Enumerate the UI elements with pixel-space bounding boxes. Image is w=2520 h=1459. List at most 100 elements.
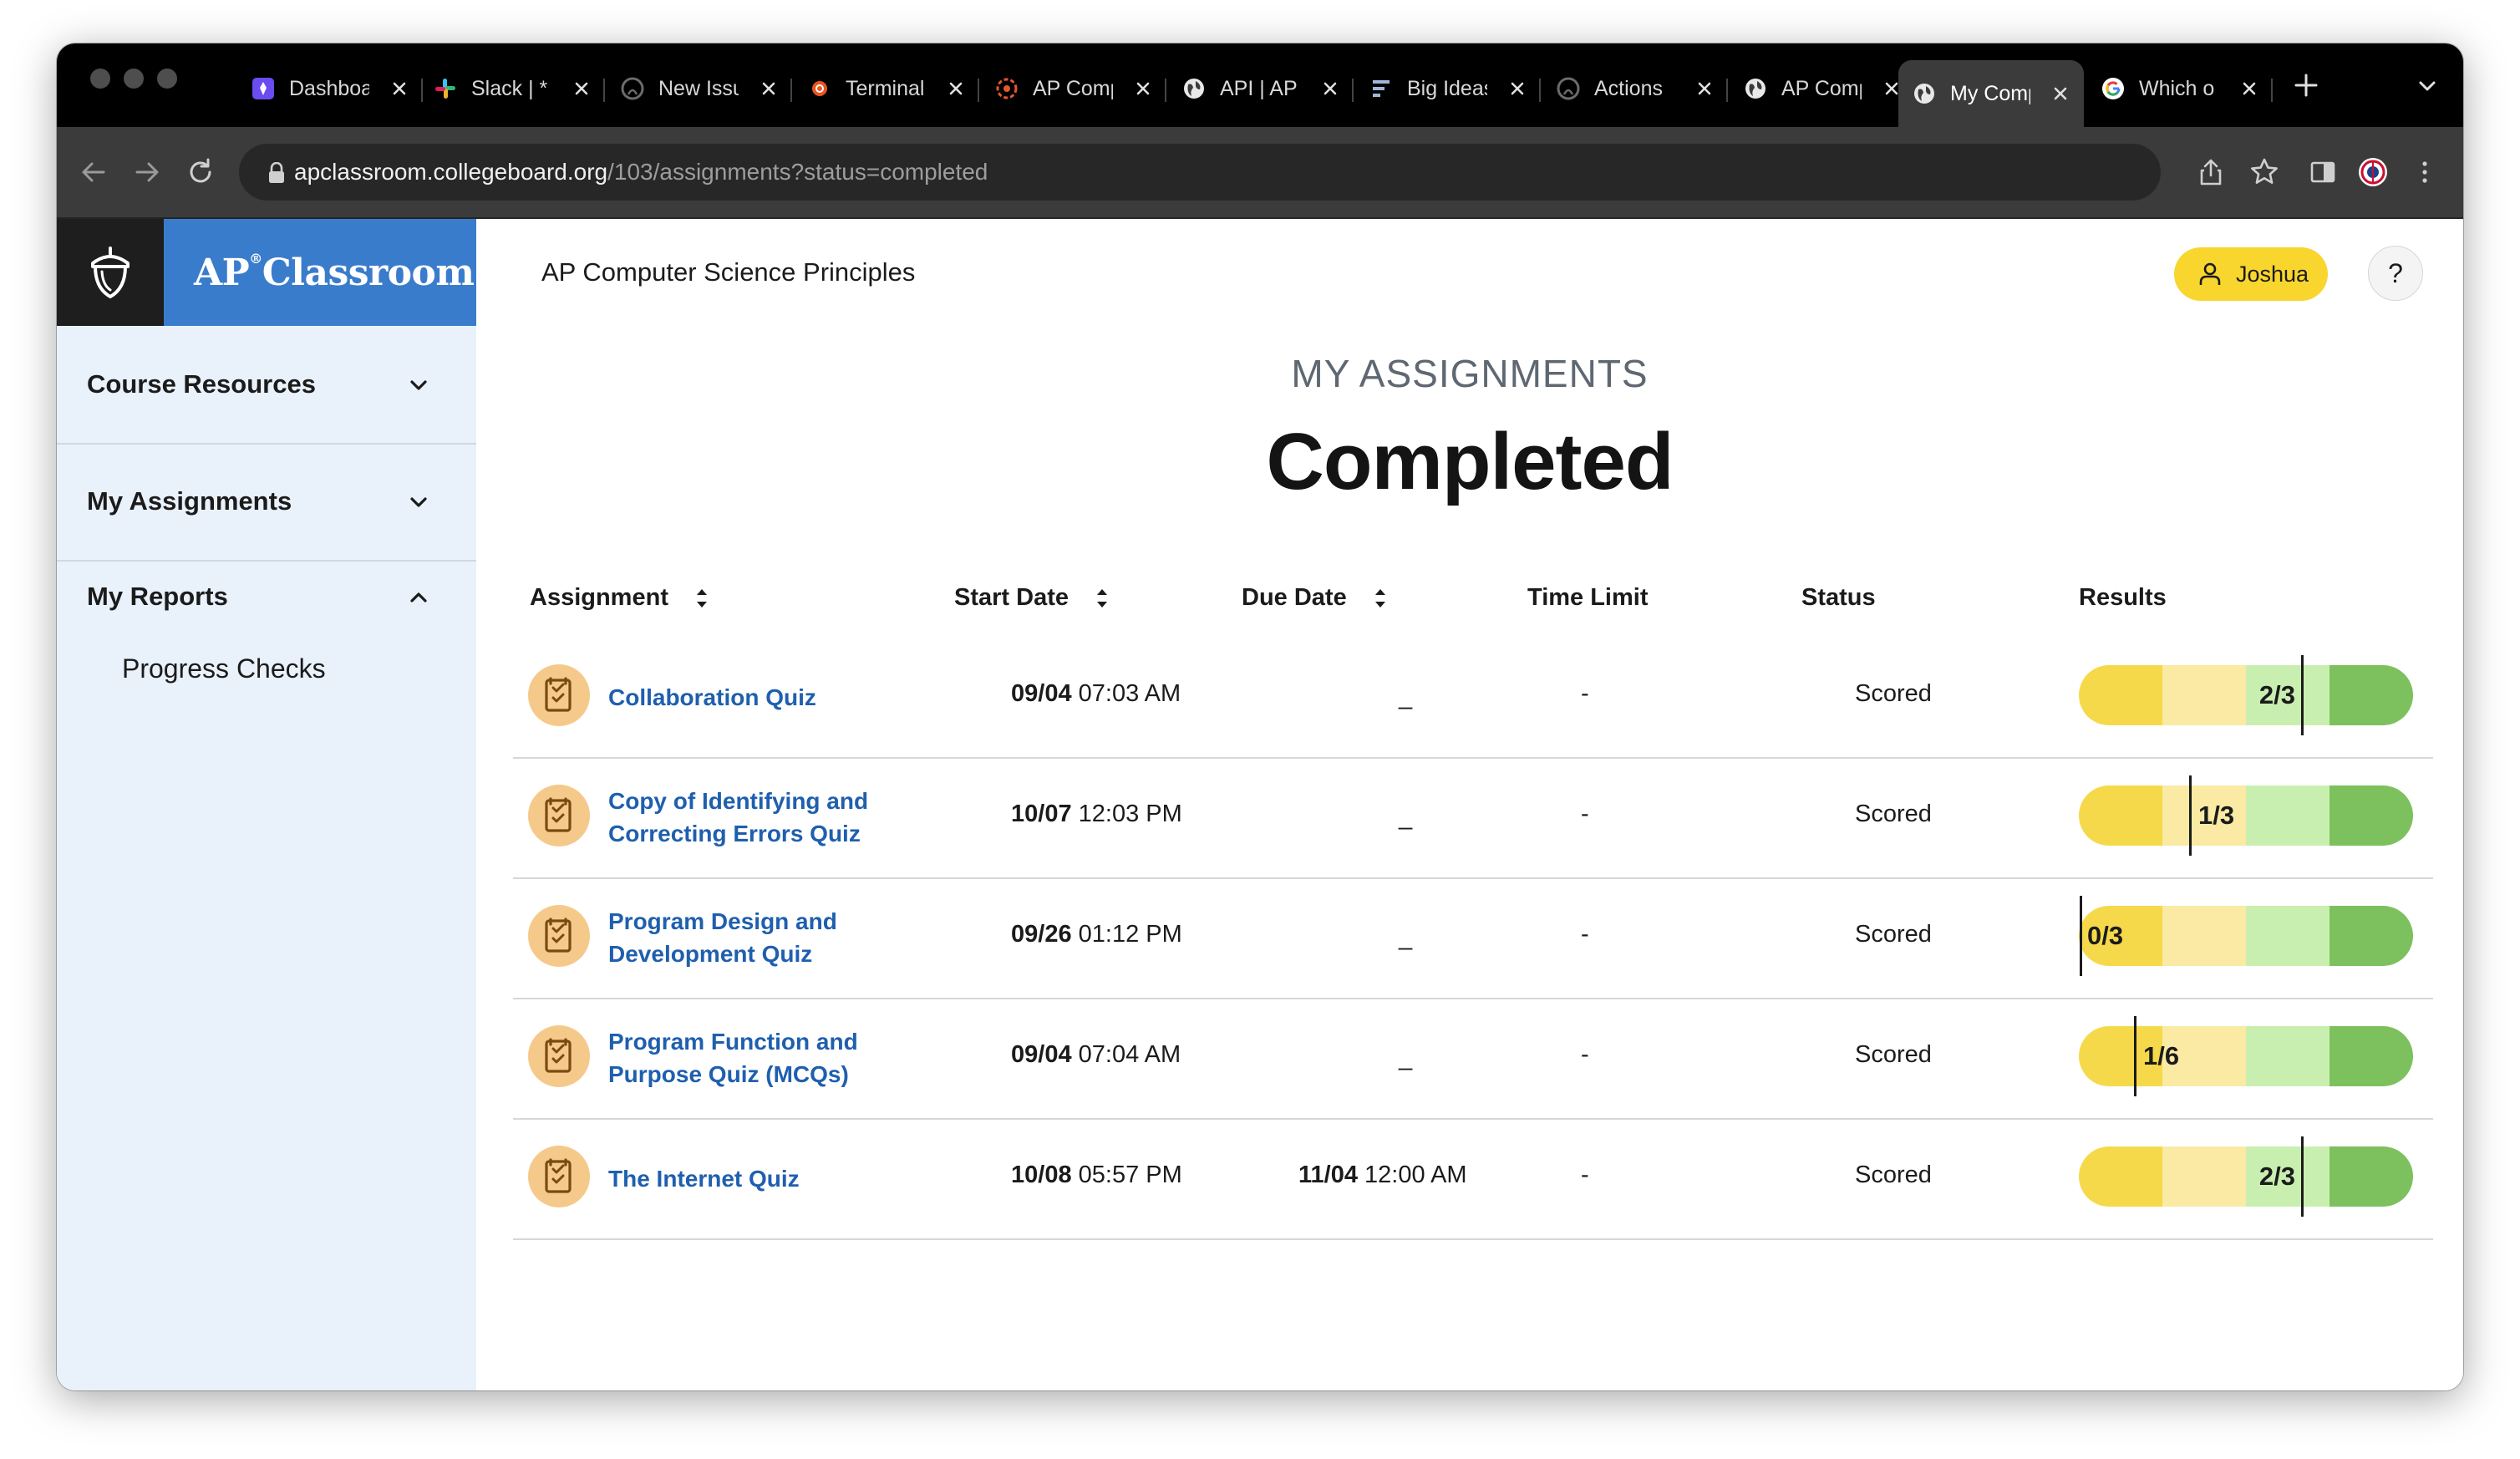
time-limit: - [1581,1162,1589,1188]
assignment-link[interactable]: The Internet Quiz [608,1118,884,1238]
score-band-3 [2246,906,2329,966]
status-text: Scored [1855,1041,1932,1068]
score-label: 0/3 [2087,921,2124,950]
address-bar[interactable]: apclassroom.collegeboard.org/103/assignm… [239,144,2161,201]
tab-divider [1352,79,1354,102]
browser-tab[interactable]: My Comp [1898,60,2084,127]
close-icon[interactable] [1322,80,1339,97]
sidebar: AP®Classroom Course Resources My Assignm… [57,219,476,1390]
ap-classroom-logo[interactable]: AP®Classroom [164,219,476,326]
score-band-4 [2329,1026,2413,1086]
browser-tab[interactable]: API | AP [1168,60,1354,117]
close-icon[interactable] [1696,80,1713,97]
column-header-start-date[interactable]: Start Date [954,584,1110,612]
browser-tab[interactable]: Terminal [794,60,979,117]
column-header-results: Results [2079,584,2167,611]
side-panel-icon[interactable] [2306,155,2340,189]
user-menu-button[interactable]: Joshua [2174,247,2328,301]
help-button[interactable]: ? [2368,246,2423,301]
sidebar-section-course-resources[interactable]: Course Resources [57,326,476,445]
close-window-button[interactable] [90,69,110,89]
assignment-link[interactable]: Copy of Identifying and Correcting Error… [608,757,884,877]
column-header-assignment[interactable]: Assignment [530,584,710,612]
browser-tab[interactable]: Which o [2087,60,2273,117]
ap-classroom-app: AP®Classroom Course Resources My Assignm… [57,219,2463,1390]
close-icon[interactable] [760,80,777,97]
score-band-3 [2246,785,2329,846]
tab-title: Actions [1594,76,1663,100]
profile-avatar-icon[interactable] [2356,155,2390,189]
browser-window: Dashboard Slack | * New Issue Terminal AP Co… [57,43,2463,1390]
browser-tab[interactable]: New Issue [607,60,792,117]
forward-arrow-icon[interactable] [130,155,164,189]
zoom-window-button[interactable] [157,69,177,89]
due-date-empty: _ [1399,924,1413,951]
tab-divider [603,79,605,102]
close-icon[interactable] [391,80,408,97]
assignment-link[interactable]: Program Function and Purpose Quiz (MCQs) [608,998,884,1118]
table-row: The Internet Quiz 10/08 05:57 PM 11/04 12:… [513,1118,2433,1240]
column-header-due-date[interactable]: Due Date [1242,584,1389,612]
score-marker [2134,1016,2136,1096]
sidebar-section-my-assignments[interactable]: My Assignments [57,443,476,562]
share-icon[interactable] [2194,155,2228,189]
close-icon[interactable] [1883,80,1900,97]
column-header-status: Status [1801,584,1876,611]
tab-title: Which o [2139,76,2215,100]
start-day: 09/04 [1011,680,1072,707]
globe-icon [1181,76,1207,101]
status-text: Scored [1855,680,1932,707]
chevron-down-icon[interactable] [2415,74,2440,99]
table-row: Collaboration Quiz 09/04 07:03 AM _ - Scored… [513,637,2433,759]
due-date-empty: _ [1399,804,1413,831]
url-text[interactable]: apclassroom.collegeboard.org/103/assignm… [294,159,988,186]
lock-icon[interactable] [267,162,286,184]
close-icon[interactable] [2052,85,2069,102]
reload-icon[interactable] [184,155,217,189]
globe-icon [1912,81,1937,106]
start-date: 09/04 07:03 AM [1011,680,1181,708]
browser-tab[interactable]: AP Comp [1730,60,1915,117]
close-icon[interactable] [1509,80,1526,97]
back-arrow-icon[interactable] [77,155,110,189]
close-icon[interactable] [2241,80,2258,97]
more-vertical-icon[interactable] [2408,155,2441,189]
tab-title: AP Comp [1781,76,1862,100]
time-limit: - [1581,1041,1589,1068]
score-label: 2/3 [2258,680,2295,709]
tab-divider [790,79,792,102]
sidebar-section-my-reports[interactable]: My Reports [57,560,476,652]
new-tab-button[interactable] [2289,69,2323,102]
score-label: 1/3 [2198,801,2235,830]
college-board-logo[interactable] [57,219,164,326]
tab-title: My Comp [1950,81,2030,105]
sidebar-item-progress-checks[interactable]: Progress Checks [122,653,326,684]
results-score-bar: 2/3 [2079,665,2413,725]
browser-tab[interactable]: Actions [1542,60,1728,117]
results-score-bar: 1/3 [2079,785,2413,846]
browser-tab[interactable]: AP Comp [981,60,1166,117]
bookmark-star-icon[interactable] [2248,155,2281,189]
close-icon[interactable] [1135,80,1151,97]
assignment-link[interactable]: Collaboration Quiz [608,637,884,757]
browser-tab[interactable]: Dashboard [237,60,423,117]
url-path: /103/assignments?status=completed [607,159,988,185]
table-row: Copy of Identifying and Correcting Error… [513,757,2433,879]
score-band-3 [2246,1026,2329,1086]
column-header-label: Assignment [530,584,668,611]
browser-tab[interactable]: Slack | * [419,60,605,117]
tab-divider [2271,79,2273,102]
tab-title: Big Ideas [1407,76,1487,100]
assignment-link[interactable]: Program Design and Development Quiz [608,877,884,998]
start-day: 09/04 [1011,1041,1072,1068]
close-icon[interactable] [948,80,964,97]
browser-tab[interactable]: Big Ideas [1355,60,1541,117]
score-band-4 [2329,665,2413,725]
start-day: 10/07 [1011,801,1072,827]
close-icon[interactable] [573,80,590,97]
user-name: Joshua [2236,261,2309,287]
ubuntu-icon [807,76,832,101]
table-row: Program Function and Purpose Quiz (MCQs)… [513,998,2433,1120]
chevron-down-icon [410,497,427,507]
minimize-window-button[interactable] [124,69,144,89]
